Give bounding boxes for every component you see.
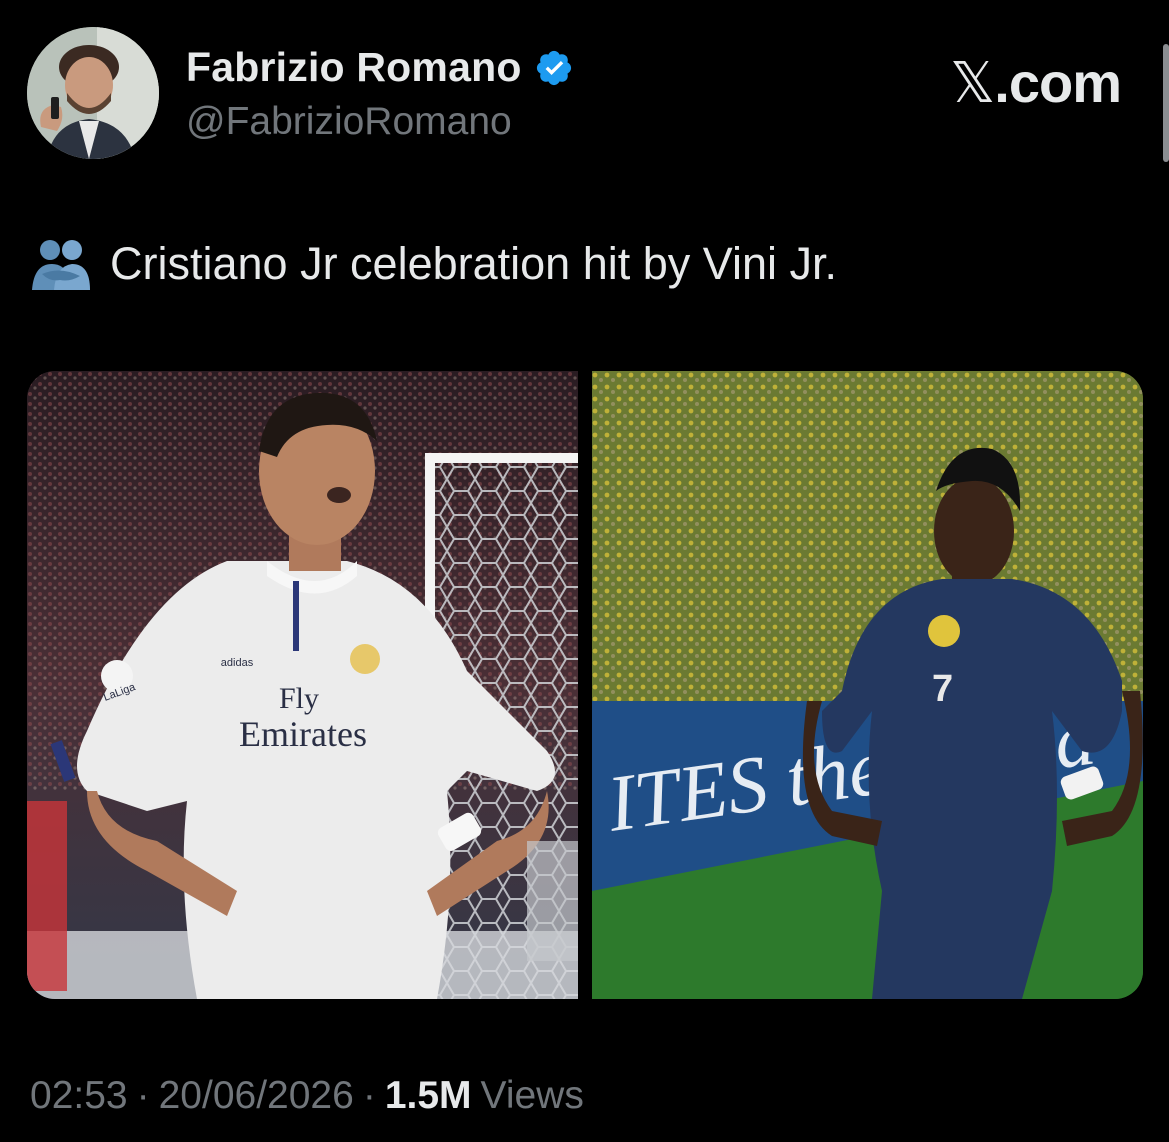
x-com-logo: 𝕏.com (950, 50, 1122, 116)
avatar-image (27, 27, 159, 159)
jersey-sponsor-line1: Fly (279, 682, 319, 715)
media-photo-left[interactable]: Fly Emirates adidas LaLiga (27, 371, 578, 999)
author-handle[interactable]: @FabrizioRomano (186, 100, 512, 144)
tweet-date[interactable]: 20/06/2026 (159, 1074, 354, 1118)
tweet-time[interactable]: 02:53 (30, 1074, 128, 1118)
verified-badge-icon (534, 48, 574, 88)
author-name[interactable]: Fabrizio Romano (186, 44, 522, 91)
tweet-meta: 02:53 · 20/06/2026 · 1.5M Views (30, 1074, 584, 1118)
meta-separator: · (362, 1074, 376, 1117)
brand-suffix: .com (994, 51, 1122, 114)
kit-brand-label: adidas (221, 657, 254, 669)
views-count: 1.5M (384, 1074, 472, 1117)
tweet-body: Cristiano Jr celebration hit by Vini Jr. (30, 236, 837, 292)
x-logo-icon: 𝕏 (950, 51, 995, 116)
tweet-screenshot: Fabrizio Romano @FabrizioRomano 𝕏.com Cr… (0, 0, 1169, 1142)
photo-left-image: Fly Emirates adidas LaLiga (27, 371, 578, 999)
views-label: Views (480, 1074, 584, 1117)
shirt-number: 7 (932, 668, 953, 710)
author-name-row: Fabrizio Romano (186, 44, 574, 91)
tweet-text: Cristiano Jr celebration hit by Vini Jr. (110, 238, 837, 289)
media-photo-right[interactable]: ITES the World 7 (592, 371, 1143, 999)
tweet-media-grid[interactable]: Fly Emirates adidas LaLiga ITES the Worl… (27, 371, 1143, 999)
scrollbar[interactable] (1163, 44, 1169, 162)
author-avatar[interactable] (27, 27, 159, 159)
jersey-sponsor-line2: Emirates (239, 714, 367, 754)
meta-separator: · (136, 1074, 150, 1117)
photo-right-image: ITES the World 7 (592, 371, 1143, 999)
people-hugging-icon (30, 236, 92, 292)
